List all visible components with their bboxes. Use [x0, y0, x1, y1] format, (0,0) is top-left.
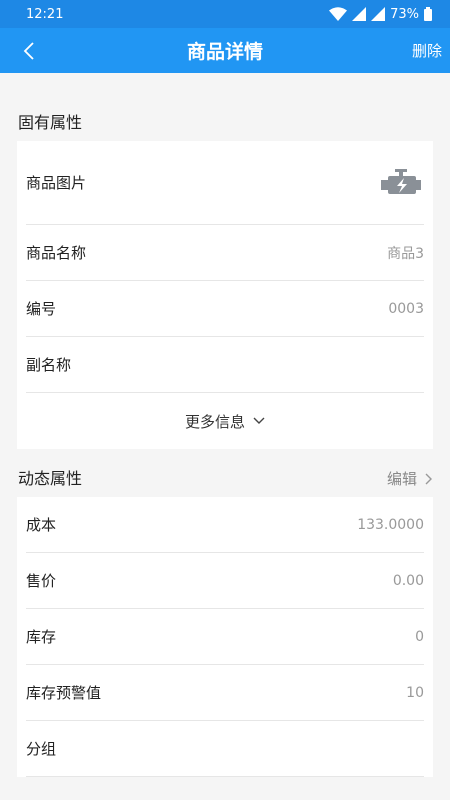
- dynamic-attributes-card: 成本 133.0000 售价 0.00 库存 0 库存预警值 10 分组: [17, 497, 433, 777]
- product-code-row[interactable]: 编号 0003: [26, 281, 424, 337]
- fixed-attributes-title: 固有属性: [18, 113, 83, 132]
- signal-icon: [352, 7, 367, 21]
- more-info-button[interactable]: 更多信息: [26, 393, 424, 449]
- stock-label: 库存: [26, 628, 57, 646]
- chevron-right-icon: [425, 473, 432, 484]
- product-code-value: 0003: [388, 300, 424, 317]
- edit-button[interactable]: 编辑: [387, 468, 432, 489]
- price-row[interactable]: 售价 0.00: [26, 553, 424, 609]
- group-label: 分组: [26, 740, 57, 758]
- cost-row[interactable]: 成本 133.0000: [26, 497, 424, 553]
- back-button[interactable]: [14, 36, 44, 66]
- chevron-down-icon: [253, 417, 265, 424]
- product-alias-label: 副名称: [26, 356, 72, 374]
- product-image-row[interactable]: 商品图片: [26, 141, 424, 225]
- group-row[interactable]: 分组: [26, 721, 424, 777]
- engine-icon: [381, 168, 421, 194]
- app-bar: 商品详情 删除: [0, 28, 450, 73]
- dynamic-attributes-header: 动态属性 编辑: [0, 449, 450, 497]
- stock-row[interactable]: 库存 0: [26, 609, 424, 665]
- fixed-attributes-card: 商品图片 商品名称 商品3 编号 0003 副名称 更多信息: [17, 141, 433, 449]
- status-time: 12:21: [26, 6, 64, 22]
- status-icons: 73%: [329, 7, 432, 22]
- more-info-label: 更多信息: [184, 412, 245, 431]
- cost-label: 成本: [26, 516, 57, 534]
- edit-label: 编辑: [386, 470, 417, 488]
- price-label: 售价: [26, 572, 57, 590]
- delete-button[interactable]: 删除: [412, 40, 442, 61]
- back-arrow-icon: [23, 41, 34, 60]
- product-alias-row[interactable]: 副名称: [26, 337, 424, 393]
- price-value: 0.00: [392, 572, 424, 589]
- stock-value: 0: [415, 628, 424, 645]
- product-name-label: 商品名称: [26, 244, 87, 262]
- cost-value: 133.0000: [357, 516, 424, 533]
- product-code-label: 编号: [26, 300, 57, 318]
- wifi-icon: [329, 7, 348, 21]
- stock-alert-value: 10: [406, 684, 424, 701]
- page-title: 商品详情: [186, 41, 263, 63]
- product-name-value: 商品3: [387, 245, 424, 262]
- product-image-label: 商品图片: [26, 174, 87, 192]
- stock-alert-label: 库存预警值: [26, 684, 102, 702]
- dynamic-attributes-title: 动态属性: [18, 469, 83, 488]
- fixed-attributes-header: 固有属性: [0, 73, 450, 141]
- signal-icon: [371, 7, 386, 21]
- product-name-row[interactable]: 商品名称 商品3: [26, 225, 424, 281]
- battery-percent: 73%: [390, 6, 419, 22]
- battery-icon: [424, 7, 432, 21]
- stock-alert-row[interactable]: 库存预警值 10: [26, 665, 424, 721]
- status-bar: 12:21 73%: [0, 0, 450, 28]
